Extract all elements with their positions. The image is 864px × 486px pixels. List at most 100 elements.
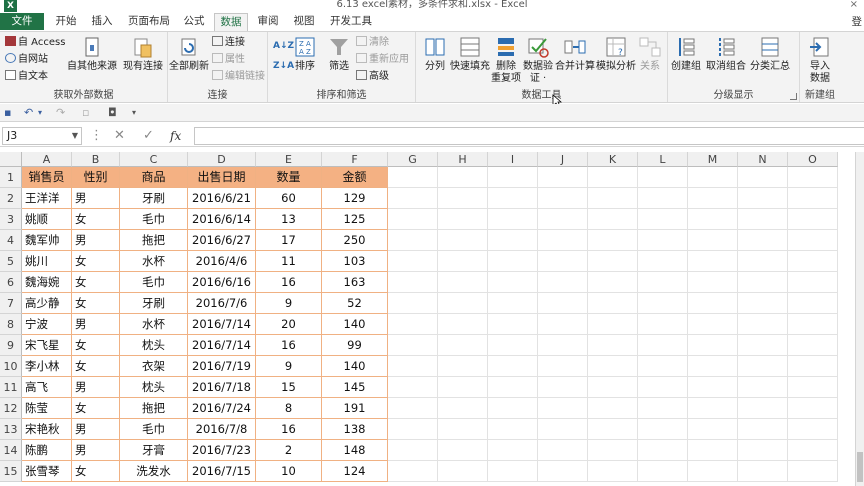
sheet-cell[interactable] — [488, 419, 538, 440]
sheet-cell[interactable] — [738, 251, 788, 272]
table-cell[interactable]: 16 — [256, 419, 322, 440]
name-box-dropdown-icon[interactable]: ▼ — [72, 128, 78, 144]
sheet-cell[interactable] — [438, 293, 488, 314]
table-cell[interactable]: 2 — [256, 440, 322, 461]
consolidate-button[interactable]: 合并计算 — [554, 35, 596, 73]
sheet-cell[interactable] — [538, 293, 588, 314]
table-header-cell[interactable]: 金额 — [322, 167, 388, 188]
table-cell[interactable]: 2016/7/8 — [188, 419, 256, 440]
table-cell[interactable]: 男 — [72, 440, 120, 461]
sheet-cell[interactable] — [688, 167, 738, 188]
sheet-cell[interactable] — [538, 314, 588, 335]
sheet-cell[interactable] — [738, 272, 788, 293]
import-data-button[interactable]: 导入 数据 — [802, 35, 838, 85]
sheet-cell[interactable] — [588, 398, 638, 419]
sheet-cell[interactable] — [788, 419, 838, 440]
column-header-o[interactable]: O — [788, 152, 838, 167]
sheet-cell[interactable] — [388, 251, 438, 272]
table-cell[interactable]: 2016/7/15 — [188, 461, 256, 482]
from-web-button[interactable]: 自网站 — [5, 52, 48, 68]
table-cell[interactable]: 男 — [72, 188, 120, 209]
sheet-cell[interactable] — [438, 209, 488, 230]
sheet-cell[interactable] — [688, 377, 738, 398]
table-cell[interactable]: 姚川 — [22, 251, 72, 272]
sheet-cell[interactable] — [388, 440, 438, 461]
sheet-cell[interactable] — [638, 356, 688, 377]
sheet-cell[interactable] — [438, 461, 488, 482]
table-cell[interactable]: 宋飞星 — [22, 335, 72, 356]
sheet-cell[interactable] — [688, 188, 738, 209]
tab-developer[interactable]: 开发工具 — [326, 13, 376, 30]
table-cell[interactable]: 15 — [256, 377, 322, 398]
undo-dropdown-icon[interactable]: ▾ — [38, 108, 42, 117]
table-cell[interactable]: 16 — [256, 335, 322, 356]
column-header-e[interactable]: E — [256, 152, 322, 167]
column-header-d[interactable]: D — [188, 152, 256, 167]
row-header-15[interactable]: 15 — [0, 461, 22, 482]
sheet-cell[interactable] — [388, 230, 438, 251]
sheet-cell[interactable] — [488, 398, 538, 419]
sheet-cell[interactable] — [788, 314, 838, 335]
refresh-all-button[interactable]: 全部刷新 — [168, 35, 210, 73]
row-header-3[interactable]: 3 — [0, 209, 22, 230]
table-cell[interactable]: 140 — [322, 314, 388, 335]
table-cell[interactable]: 124 — [322, 461, 388, 482]
worksheet-grid[interactable]: A B C D E F G H I J K L M N O 1 销售员 性别 商品 出售日期 数量 金额 2 王洋洋男牙刷 20… — [0, 152, 864, 486]
sheet-cell[interactable] — [388, 461, 438, 482]
from-text-button[interactable]: 自文本 — [5, 69, 48, 85]
sheet-cell[interactable] — [438, 314, 488, 335]
sheet-cell[interactable] — [738, 461, 788, 482]
sheet-cell[interactable] — [588, 230, 638, 251]
sheet-cell[interactable] — [388, 419, 438, 440]
table-cell[interactable]: 16 — [256, 272, 322, 293]
table-cell[interactable]: 17 — [256, 230, 322, 251]
sheet-cell[interactable] — [488, 440, 538, 461]
sheet-cell[interactable] — [588, 461, 638, 482]
column-header-n[interactable]: N — [738, 152, 788, 167]
column-header-b[interactable]: B — [72, 152, 120, 167]
table-cell[interactable]: 52 — [322, 293, 388, 314]
table-cell[interactable]: 60 — [256, 188, 322, 209]
sheet-cell[interactable] — [438, 272, 488, 293]
customize-qat-icon[interactable]: ▾ — [132, 108, 136, 117]
sheet-cell[interactable] — [588, 167, 638, 188]
group-button[interactable]: 创建组 — [668, 35, 704, 73]
undo-icon[interactable]: ↶ — [24, 106, 33, 119]
sheet-cell[interactable] — [538, 251, 588, 272]
sheet-cell[interactable] — [638, 272, 688, 293]
sheet-cell[interactable] — [638, 440, 688, 461]
table-cell[interactable]: 水杯 — [120, 251, 188, 272]
sheet-cell[interactable] — [588, 356, 638, 377]
sheet-cell[interactable] — [538, 272, 588, 293]
properties-button[interactable]: 属性 — [212, 52, 245, 68]
column-header-f[interactable]: F — [322, 152, 388, 167]
table-cell[interactable]: 拖把 — [120, 230, 188, 251]
row-header-12[interactable]: 12 — [0, 398, 22, 419]
table-cell[interactable]: 女 — [72, 272, 120, 293]
confirm-entry-icon[interactable]: ✓ — [143, 128, 154, 144]
table-cell[interactable]: 2016/6/27 — [188, 230, 256, 251]
table-cell[interactable]: 姚顺 — [22, 209, 72, 230]
table-cell[interactable]: 103 — [322, 251, 388, 272]
table-cell[interactable]: 191 — [322, 398, 388, 419]
existing-connections-button[interactable]: 现有连接 — [120, 35, 166, 73]
sheet-cell[interactable] — [738, 314, 788, 335]
table-cell[interactable]: 女 — [72, 461, 120, 482]
sheet-cell[interactable] — [738, 209, 788, 230]
sheet-cell[interactable] — [538, 167, 588, 188]
table-header-cell[interactable]: 出售日期 — [188, 167, 256, 188]
sheet-cell[interactable] — [438, 230, 488, 251]
table-cell[interactable]: 洗发水 — [120, 461, 188, 482]
sheet-cell[interactable] — [438, 335, 488, 356]
sheet-cell[interactable] — [688, 419, 738, 440]
table-cell[interactable]: 高飞 — [22, 377, 72, 398]
sheet-cell[interactable] — [788, 230, 838, 251]
table-cell[interactable]: 毛巾 — [120, 272, 188, 293]
sheet-cell[interactable] — [388, 209, 438, 230]
table-cell[interactable]: 140 — [322, 356, 388, 377]
sheet-cell[interactable] — [638, 209, 688, 230]
tab-file[interactable]: 文件 — [0, 13, 44, 30]
sign-in-link[interactable]: 登 — [852, 14, 863, 29]
table-cell[interactable]: 女 — [72, 335, 120, 356]
sheet-cell[interactable] — [488, 293, 538, 314]
